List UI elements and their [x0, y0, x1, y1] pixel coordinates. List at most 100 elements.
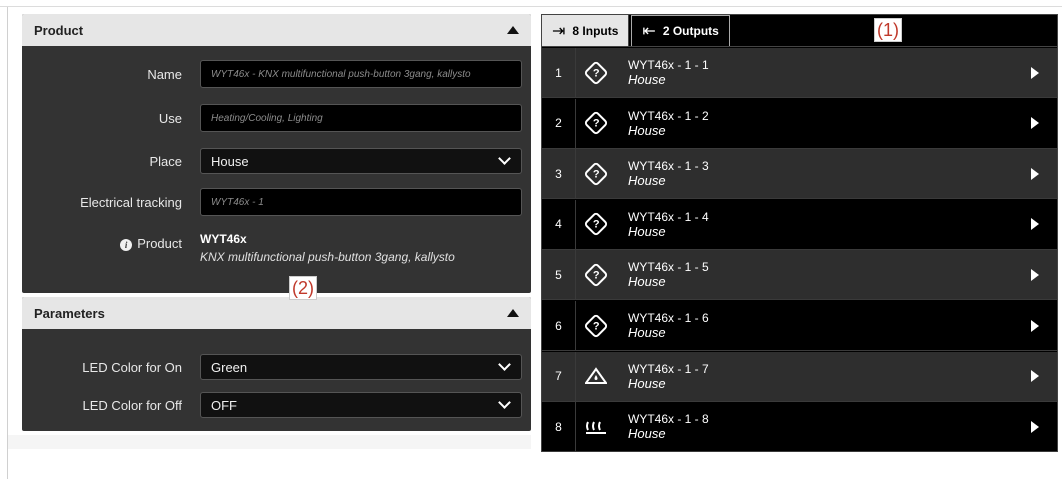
- list-item[interactable]: 8 WYT46x - 1 - 8 House: [542, 402, 1057, 453]
- row-name: WYT46x - 1 - 4: [628, 209, 709, 224]
- expand-arrow-icon[interactable]: [1031, 319, 1039, 332]
- question-diamond-icon: ?: [576, 59, 616, 86]
- question-diamond-icon: ?: [576, 110, 616, 136]
- list-item[interactable]: 3? WYT46x - 1 - 3 House: [542, 149, 1057, 200]
- product-panel-header[interactable]: Product: [22, 14, 531, 46]
- left-frame-line: [7, 7, 8, 479]
- row-name: WYT46x - 1 - 3: [628, 159, 709, 174]
- collapse-caret-icon[interactable]: [507, 309, 519, 317]
- place-label: Place: [149, 153, 182, 169]
- product-info-row: i Product WYT46x KNX multifunctional push…: [22, 230, 531, 266]
- row-index: 7: [542, 351, 576, 401]
- row-name: WYT46x - 1 - 6: [628, 311, 709, 325]
- row-index: 1: [542, 48, 576, 97]
- expand-arrow-icon[interactable]: [1031, 218, 1039, 231]
- list-item[interactable]: 1? WYT46x - 1 - 1 House: [542, 48, 1057, 98]
- collapse-caret-icon[interactable]: [507, 26, 519, 34]
- row-place: House: [628, 223, 666, 239]
- io-tabbar: ⇥ 8 Inputs ⇤ 2 Outputs: [542, 15, 1057, 47]
- chevron-down-icon: [498, 358, 511, 371]
- product-panel-title: Product: [34, 22, 84, 38]
- name-label: Name: [147, 66, 182, 82]
- inputs-icon: ⇥: [552, 22, 566, 40]
- parameters-panel-header[interactable]: Parameters: [22, 297, 531, 329]
- led-on-value: Green: [211, 359, 248, 375]
- expand-arrow-icon[interactable]: [1031, 167, 1039, 180]
- chevron-down-icon: [498, 152, 511, 165]
- led-off-value: OFF: [211, 397, 237, 413]
- row-index: 6: [542, 301, 576, 350]
- name-row: Name WYT46x - KNX multifunctional push-b…: [22, 60, 531, 88]
- expand-arrow-icon[interactable]: [1031, 268, 1039, 281]
- house-drop-icon: [576, 367, 616, 385]
- led-off-select[interactable]: OFF: [200, 392, 522, 418]
- product-panel: Product Name WYT46x - KNX multifunctiona…: [22, 14, 531, 293]
- list-item[interactable]: 4? WYT46x - 1 - 4 House: [542, 199, 1057, 250]
- tracking-label: Electrical tracking: [80, 194, 182, 210]
- place-row: Place House: [22, 147, 531, 175]
- left-column: Product Name WYT46x - KNX multifunctiona…: [22, 14, 531, 431]
- row-place: House: [628, 274, 666, 290]
- row-place: House: [628, 173, 666, 189]
- expand-arrow-icon[interactable]: [1031, 370, 1039, 383]
- row-index: 4: [542, 199, 576, 249]
- tab-inputs[interactable]: ⇥ 8 Inputs: [542, 15, 630, 46]
- row-place: House: [628, 122, 666, 138]
- row-text: WYT46x - 1 - 3 House: [616, 159, 1031, 188]
- use-row: Use Heating/Cooling, Lighting: [22, 104, 531, 132]
- row-text: WYT46x - 1 - 5 House: [616, 260, 1031, 289]
- question-diamond-icon: ?: [576, 312, 616, 339]
- name-field[interactable]: WYT46x - KNX multifunctional push-button…: [200, 60, 522, 88]
- tracking-row: Electrical tracking WYT46x - 1: [22, 188, 531, 216]
- expand-arrow-icon[interactable]: [1031, 117, 1039, 130]
- led-on-label: LED Color for On: [82, 359, 182, 375]
- led-off-label: LED Color for Off: [82, 397, 182, 413]
- row-place: House: [628, 426, 666, 442]
- question-diamond-icon: ?: [576, 160, 616, 187]
- list-item[interactable]: 5? WYT46x - 1 - 5 House: [542, 250, 1057, 301]
- expand-arrow-icon[interactable]: [1031, 420, 1039, 433]
- row-index: 3: [542, 149, 576, 199]
- use-field[interactable]: Heating/Cooling, Lighting: [200, 104, 522, 132]
- row-index: 8: [542, 402, 576, 452]
- use-label: Use: [158, 110, 182, 126]
- row-text: WYT46x - 1 - 7 House: [616, 362, 1031, 391]
- row-text: WYT46x - 1 - 8 House: [616, 412, 1031, 441]
- led-off-row: LED Color for Off OFF: [22, 391, 531, 419]
- place-select[interactable]: House: [200, 148, 522, 174]
- question-diamond-icon: ?: [576, 211, 616, 238]
- place-select-value: House: [211, 153, 249, 169]
- tab-outputs[interactable]: ⇤ 2 Outputs: [631, 15, 730, 46]
- outputs-icon: ⇤: [642, 23, 656, 40]
- io-list-panel: ⇥ 8 Inputs ⇤ 2 Outputs 1? WYT46x - 1 - 1H…: [541, 14, 1058, 453]
- list-item[interactable]: 2? WYT46x - 1 - 2 House: [542, 98, 1057, 149]
- row-place: House: [628, 72, 666, 87]
- tracking-field[interactable]: WYT46x - 1: [200, 188, 522, 216]
- bottom-gray-strip: [8, 435, 531, 449]
- row-text: WYT46x - 1 - 2 House: [616, 109, 1031, 138]
- row-place: House: [628, 375, 666, 391]
- product-code: WYT46x: [200, 232, 247, 246]
- row-index: 2: [542, 98, 576, 148]
- top-frame: [0, 0, 1062, 7]
- row-name: WYT46x - 1 - 7: [628, 361, 709, 376]
- tab-inputs-label: 8 Inputs: [572, 23, 619, 38]
- row-name: WYT46x - 1 - 2: [628, 108, 709, 123]
- row-place: House: [628, 325, 666, 340]
- row-text: WYT46x - 1 - 1 House: [616, 58, 1031, 87]
- list-item[interactable]: 6? WYT46x - 1 - 6 House: [542, 301, 1057, 351]
- row-name: WYT46x - 1 - 1: [628, 58, 709, 72]
- product-description: KNX multifunctional push-button 3gang, k…: [200, 250, 455, 264]
- led-on-row: LED Color for On Green: [22, 353, 531, 381]
- row-text: WYT46x - 1 - 6 House: [616, 311, 1031, 340]
- annotation-marker-1: (1): [874, 18, 902, 42]
- expand-arrow-icon[interactable]: [1031, 66, 1039, 79]
- list-item[interactable]: 7 WYT46x - 1 - 7 House: [542, 351, 1057, 402]
- row-name: WYT46x - 1 - 8: [628, 412, 709, 427]
- product-info-label: Product: [137, 236, 182, 251]
- info-icon: i: [120, 239, 133, 251]
- parameters-panel: Parameters LED Color for On Green LED Co…: [22, 297, 531, 431]
- row-text: WYT46x - 1 - 4 House: [616, 210, 1031, 239]
- parameters-panel-title: Parameters: [34, 305, 105, 321]
- led-on-select[interactable]: Green: [200, 354, 522, 380]
